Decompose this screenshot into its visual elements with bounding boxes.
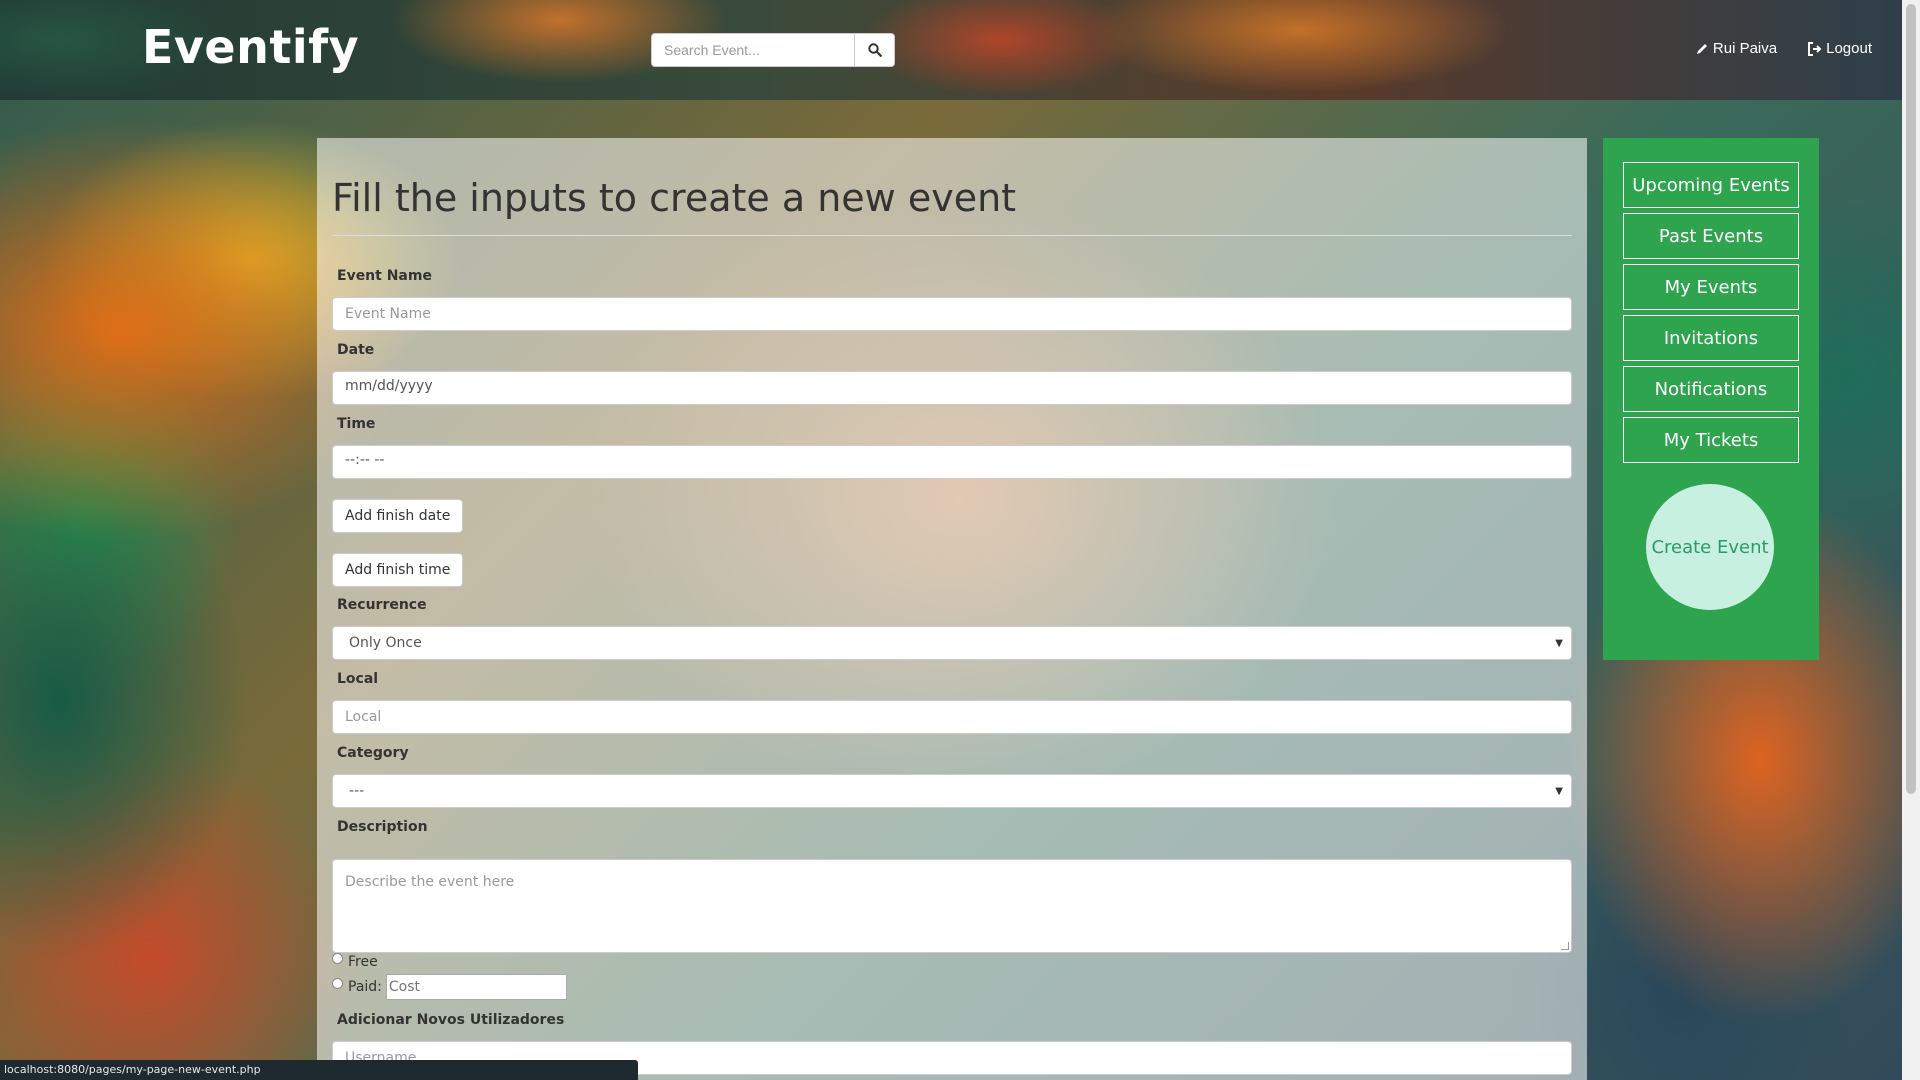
profile-link[interactable]: Rui Paiva xyxy=(1695,40,1777,57)
search-input[interactable] xyxy=(651,33,855,67)
date-label: Date xyxy=(337,342,375,358)
create-event-button[interactable]: Create Event xyxy=(1646,484,1774,610)
logout-label: Logout xyxy=(1826,40,1872,57)
recurrence-label: Recurrence xyxy=(337,597,427,613)
date-input[interactable]: mm/dd/yyyy xyxy=(332,371,1572,405)
page-title: Fill the inputs to create a new event xyxy=(332,176,1017,220)
nav-right: Rui Paiva Logout xyxy=(1695,40,1872,57)
logout-icon xyxy=(1808,41,1822,56)
search-icon xyxy=(867,43,882,57)
title-divider xyxy=(332,235,1572,236)
event-name-input[interactable] xyxy=(332,297,1572,331)
profile-name: Rui Paiva xyxy=(1712,40,1778,57)
description-label: Description xyxy=(337,819,428,835)
chevron-down-icon: ▼ xyxy=(1555,785,1563,797)
create-event-panel: Fill the inputs to create a new event Ev… xyxy=(317,138,1587,1080)
scrollbar-thumb[interactable] xyxy=(1906,4,1916,794)
sidebar: Upcoming Events Past Events My Events In… xyxy=(1603,138,1819,660)
free-radio[interactable] xyxy=(332,952,343,964)
search-bar xyxy=(651,33,895,67)
paid-option: Paid: xyxy=(332,974,567,1000)
chevron-down-icon: ▼ xyxy=(1555,637,1563,649)
recurrence-selected: Only Once xyxy=(349,635,422,651)
add-finish-time-button[interactable]: Add finish time xyxy=(332,553,464,587)
cost-input[interactable] xyxy=(385,974,567,1000)
add-finish-date-button[interactable]: Add finish date xyxy=(332,499,464,533)
local-label: Local xyxy=(337,671,379,687)
category-selected: --- xyxy=(349,783,365,799)
category-label: Category xyxy=(337,745,409,761)
description-textarea[interactable]: Describe the event here xyxy=(332,859,1572,953)
free-option: Free xyxy=(332,952,378,970)
description-placeholder: Describe the event here xyxy=(345,874,515,890)
top-navbar: Eventify Rui Paiva Logout xyxy=(0,0,1902,100)
category-select[interactable]: --- ▼ xyxy=(332,774,1572,808)
brand-logo[interactable]: Eventify xyxy=(142,20,359,74)
add-users-label: Adicionar Novos Utilizadores xyxy=(337,1012,565,1028)
search-button[interactable] xyxy=(855,33,895,67)
recurrence-select[interactable]: Only Once ▼ xyxy=(332,626,1572,660)
event-name-label: Event Name xyxy=(337,268,432,284)
sidebar-item-my-events[interactable]: My Events xyxy=(1623,264,1799,310)
sidebar-item-past-events[interactable]: Past Events xyxy=(1623,213,1799,259)
time-input[interactable]: --:-- -- xyxy=(332,445,1572,479)
paid-label: Paid: xyxy=(348,979,382,995)
local-input[interactable] xyxy=(332,700,1572,734)
sidebar-item-notifications[interactable]: Notifications xyxy=(1623,366,1799,412)
sidebar-item-my-tickets[interactable]: My Tickets xyxy=(1623,417,1799,463)
pencil-icon xyxy=(1696,43,1707,54)
page-scrollbar[interactable] xyxy=(1902,0,1920,1080)
logout-link[interactable]: Logout xyxy=(1807,40,1872,57)
time-label: Time xyxy=(337,416,376,432)
paid-radio[interactable] xyxy=(332,977,343,989)
browser-status-bar: localhost:8080/pages/my-page-new-event.p… xyxy=(0,1060,638,1080)
sidebar-item-invitations[interactable]: Invitations xyxy=(1623,315,1799,361)
resize-handle-icon[interactable] xyxy=(1561,942,1569,950)
free-label: Free xyxy=(348,954,378,970)
sidebar-item-upcoming-events[interactable]: Upcoming Events xyxy=(1623,162,1799,208)
